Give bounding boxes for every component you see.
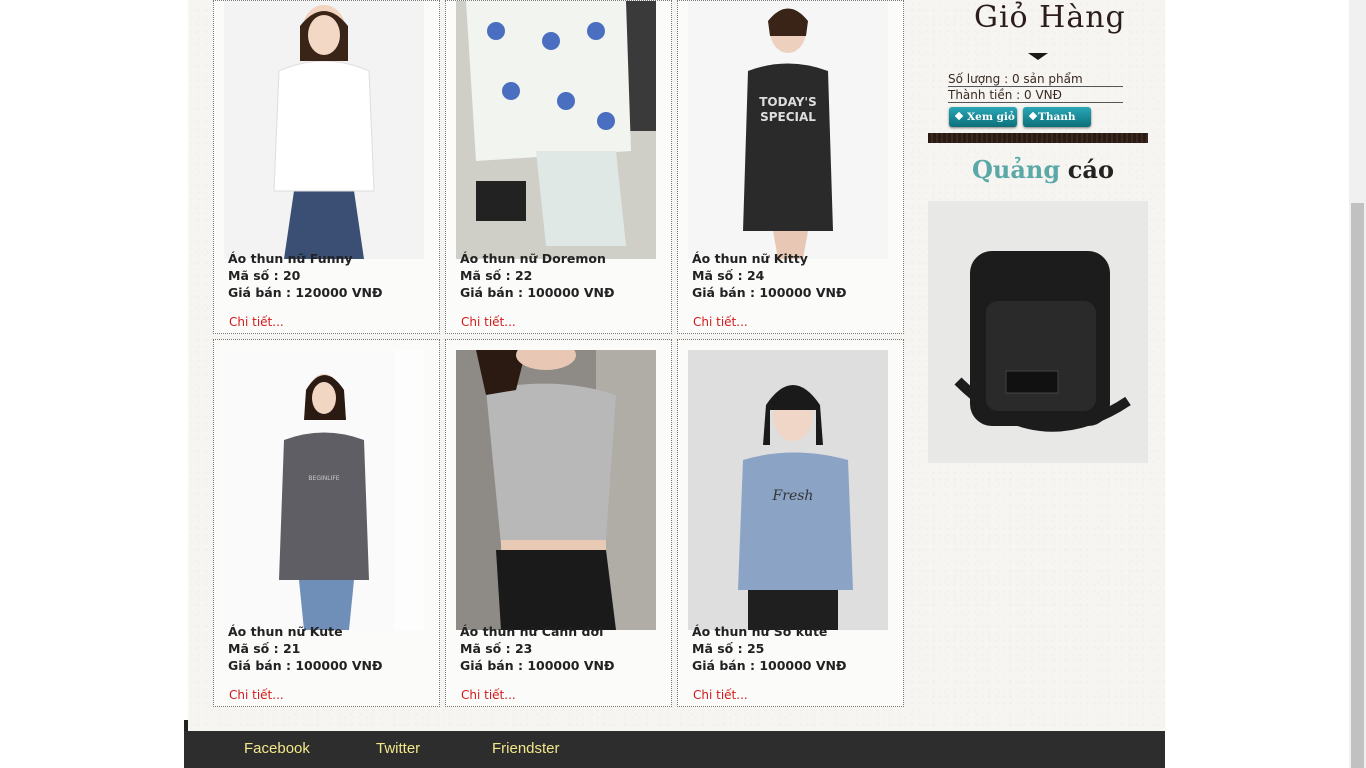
product-detail-link[interactable]: Chi tiết...	[461, 315, 516, 329]
product-detail-link[interactable]: Chi tiết...	[461, 688, 516, 702]
footer: Facebook Twitter Friendster	[184, 731, 1165, 768]
product-image[interactable]	[224, 1, 424, 259]
product-price: Giá bán : 100000 VNĐ	[228, 658, 383, 673]
product-price: Giá bán : 100000 VNĐ	[692, 658, 847, 673]
product-image[interactable]	[456, 350, 656, 630]
product-card: Áo thun nữ Funny Mã số : 20 Giá bán : 12…	[213, 0, 440, 334]
svg-text:SPECIAL: SPECIAL	[760, 110, 816, 124]
product-price: Giá bán : 100000 VNĐ	[692, 285, 847, 300]
cart-title: Giỏ Hàng	[974, 0, 1126, 35]
product-code: Mã số : 23	[460, 641, 533, 656]
footer-link-friendster[interactable]: Friendster	[492, 740, 560, 757]
ad-title: Quảng cáo	[972, 155, 1114, 184]
product-detail-link[interactable]: Chi tiết...	[229, 688, 284, 702]
product-detail-link[interactable]: Chi tiết...	[693, 688, 748, 702]
diamond-icon	[954, 111, 964, 121]
chevron-down-icon	[1028, 53, 1048, 60]
svg-text:TODAY'S: TODAY'S	[759, 95, 817, 109]
scrollbar-thumb[interactable]	[1351, 203, 1364, 768]
product-image[interactable]	[456, 1, 656, 259]
product-name[interactable]: Áo thun nữ So kute	[692, 623, 846, 640]
cart-total: Thành tiền : 0 VNĐ	[948, 88, 1123, 103]
product-detail-link[interactable]: Chi tiết...	[693, 315, 748, 329]
footer-link-twitter[interactable]: Twitter	[376, 740, 420, 757]
product-card: Áo thun nữ Doremon Mã số : 22 Giá bán : …	[445, 0, 672, 334]
product-detail-link[interactable]: Chi tiết...	[229, 315, 284, 329]
product-code: Mã số : 21	[228, 641, 301, 656]
checkout-button[interactable]: Thanh toán	[1023, 107, 1091, 143]
view-cart-button[interactable]: Xem giỏ	[949, 107, 1017, 127]
product-name[interactable]: Áo thun nữ Kute	[228, 623, 382, 640]
product-name[interactable]: Áo thun nữ Kitty	[692, 250, 846, 267]
product-code: Mã số : 22	[460, 268, 533, 283]
product-card: TODAY'S SPECIAL Áo thun nữ Kitty Mã số :…	[677, 0, 904, 334]
svg-text:Fresh: Fresh	[772, 488, 814, 504]
cart-quantity: Số lượng : 0 sản phẩm	[948, 72, 1123, 87]
svg-text:BEGINLIFE: BEGINLIFE	[308, 475, 339, 482]
product-name[interactable]: Áo thun nữ Funny	[228, 250, 382, 267]
product-name[interactable]: Áo thun nữ Cánh dơi	[460, 623, 614, 640]
page-edge	[184, 720, 188, 731]
product-card: BEGINLIFE Áo thun nữ Kute Mã số : 21 Giá…	[213, 339, 440, 707]
product-price: Giá bán : 100000 VNĐ	[460, 285, 615, 300]
product-code: Mã số : 20	[228, 268, 301, 283]
product-card: Áo thun nữ Cánh dơi Mã số : 23 Giá bán :…	[445, 339, 672, 707]
product-image[interactable]: Fresh	[688, 350, 888, 630]
diamond-icon	[1028, 111, 1038, 121]
product-image[interactable]: TODAY'S SPECIAL	[688, 1, 888, 259]
cart-divider	[928, 133, 1148, 143]
product-code: Mã số : 24	[692, 268, 765, 283]
footer-link-facebook[interactable]: Facebook	[244, 740, 310, 757]
product-price: Giá bán : 120000 VNĐ	[228, 285, 383, 300]
product-code: Mã số : 25	[692, 641, 765, 656]
product-name[interactable]: Áo thun nữ Doremon	[460, 250, 614, 267]
product-price: Giá bán : 100000 VNĐ	[460, 658, 615, 673]
product-card: Fresh Áo thun nữ So kute Mã số : 25 Giá …	[677, 339, 904, 707]
ad-image[interactable]	[928, 201, 1148, 463]
product-image[interactable]: BEGINLIFE	[224, 350, 424, 630]
